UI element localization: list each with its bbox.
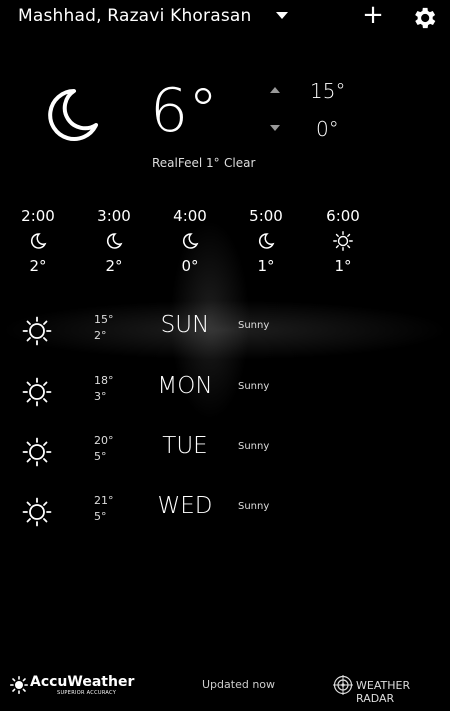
brand-logo[interactable]: AccuWeather <box>30 674 134 690</box>
day-name: TUE <box>162 433 208 459</box>
daily-row[interactable]: 21° 5° WED Sunny <box>0 493 450 547</box>
day-name: MON <box>157 373 213 399</box>
hour-time: 5:00 <box>249 207 283 225</box>
sun-icon <box>333 231 353 251</box>
high-arrow-icon <box>270 87 280 93</box>
day-low: 2° <box>94 329 107 342</box>
add-location-button[interactable]: + <box>360 2 386 30</box>
caret-down-icon[interactable] <box>276 12 288 19</box>
weather-radar-link[interactable]: WEATHER RADAR <box>356 679 450 705</box>
location-title[interactable]: Mashhad, Razavi Khorasan <box>18 6 251 26</box>
daily-row[interactable]: 20° 5° TUE Sunny <box>0 433 450 487</box>
hour-time: 2:00 <box>21 207 55 225</box>
day-name: WED <box>157 493 213 519</box>
day-condition: Sunny <box>238 441 270 452</box>
day-high: 20° <box>94 434 114 447</box>
gear-icon[interactable] <box>410 4 438 32</box>
moon-icon <box>182 233 199 249</box>
day-condition: Sunny <box>238 381 270 392</box>
hour-column[interactable]: 3:00 2° <box>84 207 144 275</box>
realfeel-text: RealFeel 1° <box>152 156 220 170</box>
hour-temp: 2° <box>105 257 123 275</box>
day-low: 5° <box>94 450 107 463</box>
low-arrow-icon <box>270 125 280 131</box>
hour-column[interactable]: 6:00 1° <box>313 207 373 275</box>
brand-tagline: SUPERIOR ACCURACY <box>57 690 117 696</box>
moon-icon <box>106 233 123 249</box>
sun-icon <box>22 437 52 467</box>
day-condition: Sunny <box>238 320 270 331</box>
sun-icon <box>22 497 52 527</box>
day-low: 3° <box>94 390 107 403</box>
sun-icon <box>22 316 52 346</box>
hour-column[interactable]: 2:00 2° <box>8 207 68 275</box>
daily-row[interactable]: 15° 2° SUN Sunny <box>0 312 450 366</box>
daily-row[interactable]: 18° 3° MON Sunny <box>0 373 450 427</box>
today-high: 15° <box>310 79 346 103</box>
day-high: 15° <box>94 313 114 326</box>
hour-temp: 1° <box>257 257 275 275</box>
moon-icon <box>258 233 275 249</box>
moon-icon <box>30 233 47 249</box>
updated-status: Updated now <box>202 678 276 691</box>
hour-temp: 0° <box>181 257 199 275</box>
current-condition: Clear <box>224 156 256 170</box>
day-low: 5° <box>94 510 107 523</box>
accuweather-sun-logo-icon[interactable] <box>10 676 28 694</box>
day-name: SUN <box>160 312 210 338</box>
sun-icon <box>22 377 52 407</box>
moon-icon <box>48 89 98 141</box>
radar-icon[interactable] <box>333 675 353 695</box>
day-high: 21° <box>94 494 114 507</box>
day-condition: Sunny <box>238 501 270 512</box>
current-temperature: 6° <box>150 76 219 146</box>
hour-temp: 2° <box>29 257 47 275</box>
hour-temp: 1° <box>334 257 352 275</box>
hour-time: 3:00 <box>97 207 131 225</box>
today-low: 0° <box>316 117 339 141</box>
hour-time: 4:00 <box>173 207 207 225</box>
hour-column[interactable]: 5:00 1° <box>236 207 296 275</box>
hour-column[interactable]: 4:00 0° <box>160 207 220 275</box>
day-high: 18° <box>94 374 114 387</box>
footer-bar: AccuWeather SUPERIOR ACCURACY Updated no… <box>0 670 450 710</box>
top-bar: Mashhad, Razavi Khorasan + <box>0 0 450 40</box>
hour-time: 6:00 <box>326 207 360 225</box>
